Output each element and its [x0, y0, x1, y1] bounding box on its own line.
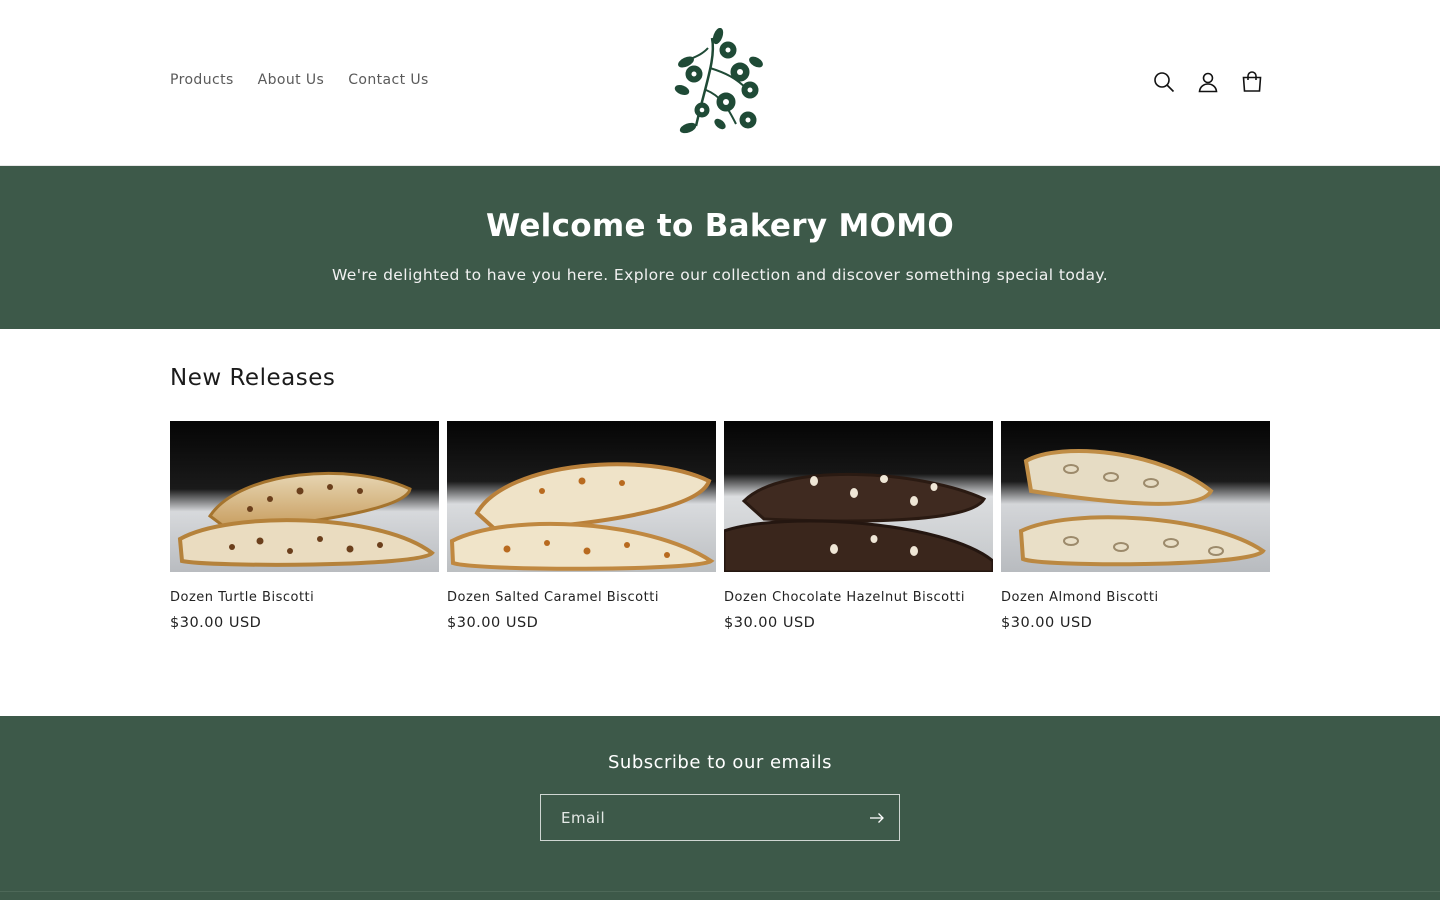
account-icon[interactable] — [1196, 70, 1220, 94]
welcome-subtitle: We're delighted to have you here. Explor… — [331, 266, 1109, 284]
product-title[interactable]: Dozen Salted Caramel Biscotti — [447, 590, 716, 605]
subscribe-section: Subscribe to our emails — [0, 716, 1440, 900]
welcome-banner: Welcome to Bakery MOMO We're delighted t… — [0, 166, 1440, 329]
product-title[interactable]: Dozen Almond Biscotti — [1001, 590, 1270, 605]
cart-icon[interactable] — [1240, 70, 1264, 94]
floral-branch-logo[interactable] — [666, 27, 774, 138]
product-image[interactable] — [447, 421, 716, 572]
product-title[interactable]: Dozen Turtle Biscotti — [170, 590, 439, 605]
nav-products[interactable]: Products — [170, 72, 234, 88]
product-price: $30.00 USD — [447, 615, 539, 631]
product-image[interactable] — [724, 421, 993, 572]
product-price: $30.00 USD — [1001, 615, 1093, 631]
product-price: $30.00 USD — [724, 615, 816, 631]
product-card[interactable]: Dozen Salted Caramel Biscotti $30.00 USD — [447, 421, 716, 631]
section-heading: New Releases — [170, 365, 336, 391]
main-nav: Products About Us Contact Us — [170, 72, 429, 88]
subscribe-heading: Subscribe to our emails — [607, 752, 832, 773]
search-icon[interactable] — [1152, 70, 1176, 94]
product-grid: Dozen Turtle Biscotti $30.00 USD Dozen S… — [170, 421, 1270, 631]
arrow-right-icon[interactable] — [855, 795, 899, 840]
product-price: $30.00 USD — [170, 615, 262, 631]
nav-contact-us[interactable]: Contact Us — [348, 72, 428, 88]
product-card[interactable]: Dozen Almond Biscotti $30.00 USD — [1001, 421, 1270, 631]
header-icons — [1152, 70, 1264, 94]
email-input[interactable] — [541, 795, 855, 840]
new-releases-section: New Releases Dozen Turtle Biscotti $30.0… — [0, 329, 1440, 716]
footer-divider — [0, 891, 1440, 892]
welcome-title: Welcome to Bakery MOMO — [485, 208, 955, 244]
product-card[interactable]: Dozen Chocolate Hazelnut Biscotti $30.00… — [724, 421, 993, 631]
email-form — [540, 794, 900, 841]
product-title[interactable]: Dozen Chocolate Hazelnut Biscotti — [724, 590, 993, 605]
site-header: Products About Us Contact Us — [0, 0, 1440, 166]
product-card[interactable]: Dozen Turtle Biscotti $30.00 USD — [170, 421, 439, 631]
product-image[interactable] — [1001, 421, 1270, 572]
product-image[interactable] — [170, 421, 439, 572]
nav-about-us[interactable]: About Us — [258, 72, 325, 88]
